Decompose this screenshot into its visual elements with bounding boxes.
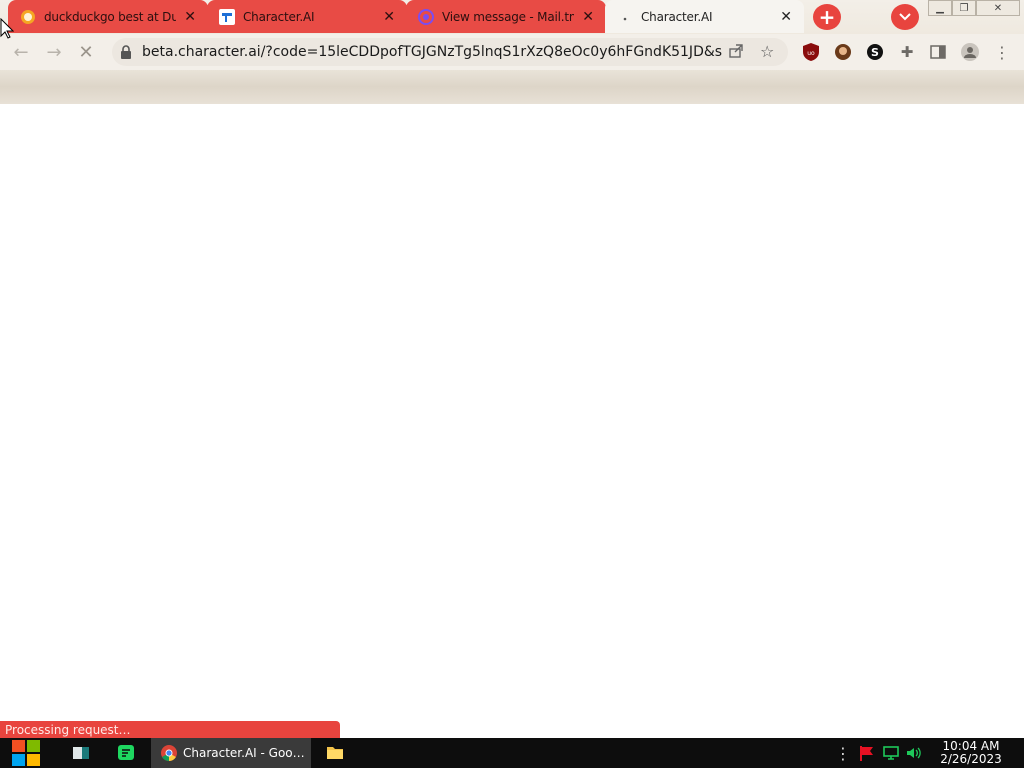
status-bubble: Processing request… xyxy=(0,721,340,739)
clock-date: 2/26/2023 xyxy=(940,752,1002,766)
tab-strip: duckduckgo best at Duc ✕ Character.AI ✕ … xyxy=(0,0,1024,34)
avatar-extension-icon[interactable] xyxy=(834,43,852,61)
volume-icon[interactable] xyxy=(905,744,923,762)
loading-dot-icon xyxy=(617,9,633,25)
network-icon[interactable] xyxy=(882,744,900,762)
minimize-button[interactable]: ▁ xyxy=(928,0,952,16)
file-explorer-icon[interactable] xyxy=(326,744,344,762)
tab-character-ai[interactable]: Character.AI ✕ xyxy=(207,0,407,33)
back-button[interactable]: ← xyxy=(10,41,32,63)
close-icon[interactable]: ✕ xyxy=(381,9,397,25)
chrome-icon xyxy=(161,745,177,761)
taskbar-app-title: Character.AI - Goo… xyxy=(183,746,305,760)
taskbar: Character.AI - Goo… ⋮ 10:04 AM 2/26/2023 xyxy=(0,738,1024,768)
menu-dots-icon[interactable]: ⋮ xyxy=(993,43,1011,62)
tab-title: Character.AI xyxy=(243,9,315,24)
side-panel-icon[interactable] xyxy=(929,43,947,61)
arrow-right-icon: → xyxy=(46,41,62,63)
tab-duckduckgo[interactable]: duckduckgo best at Duc ✕ xyxy=(8,0,208,33)
close-window-button[interactable]: ✕ xyxy=(976,0,1020,16)
arrow-left-icon: ← xyxy=(13,41,29,63)
address-bar[interactable]: beta.character.ai/?code=15leCDDpofTGJGNz… xyxy=(112,38,788,66)
browser-toolbar: ← → ✕ beta.character.ai/?code=15leCDDpof… xyxy=(0,34,1024,70)
svg-text:uo: uo xyxy=(807,50,815,57)
taskbar-clock[interactable]: 10:04 AM 2/26/2023 xyxy=(936,740,1006,766)
close-icon[interactable]: ✕ xyxy=(778,9,794,25)
tab-character-ai-active[interactable]: Character.AI ✕ xyxy=(605,0,804,33)
chevron-down-icon xyxy=(899,13,911,21)
bookmark-star-icon[interactable]: ☆ xyxy=(760,42,778,61)
mouse-cursor-icon xyxy=(0,17,15,40)
restore-button[interactable]: ❐ xyxy=(952,0,976,16)
character-ai-icon xyxy=(219,8,235,25)
close-icon[interactable]: ✕ xyxy=(580,9,596,25)
lock-icon xyxy=(120,44,132,59)
page-content xyxy=(0,104,1024,721)
taskbar-chrome-app[interactable]: Character.AI - Goo… xyxy=(151,738,311,768)
mail-tm-icon xyxy=(418,8,434,25)
s-extension-icon[interactable]: S xyxy=(866,43,884,61)
action-center-flag-icon[interactable] xyxy=(858,744,876,762)
task-view-icon[interactable] xyxy=(72,744,90,762)
close-icon: ✕ xyxy=(78,41,94,63)
tab-search-button[interactable] xyxy=(891,4,919,30)
ublock-icon[interactable]: uo xyxy=(802,43,820,61)
share-icon[interactable] xyxy=(728,43,746,61)
puzzle-extensions-icon[interactable]: ✚ xyxy=(898,43,916,61)
start-button[interactable] xyxy=(10,739,42,767)
profile-icon[interactable] xyxy=(961,43,979,61)
tab-title: View message - Mail.tm xyxy=(442,9,574,24)
duckduckgo-icon xyxy=(20,9,36,25)
tab-mail-tm[interactable]: View message - Mail.tm ✕ xyxy=(406,0,606,33)
tray-overflow-icon[interactable]: ⋮ xyxy=(834,744,852,763)
stop-loading-button[interactable]: ✕ xyxy=(75,41,97,63)
forward-button[interactable]: → xyxy=(43,41,65,63)
url-text[interactable]: beta.character.ai/?code=15leCDDpofTGJGNz… xyxy=(142,44,722,60)
windows-logo-icon xyxy=(12,740,40,766)
svg-text:S: S xyxy=(871,46,879,59)
tab-title: Character.AI xyxy=(641,9,713,24)
theme-banner xyxy=(0,70,1024,104)
new-tab-button[interactable]: + xyxy=(813,4,841,30)
chat-app-icon[interactable] xyxy=(117,744,135,762)
tab-title: duckduckgo best at Duc xyxy=(44,9,176,24)
close-icon[interactable]: ✕ xyxy=(182,9,198,25)
